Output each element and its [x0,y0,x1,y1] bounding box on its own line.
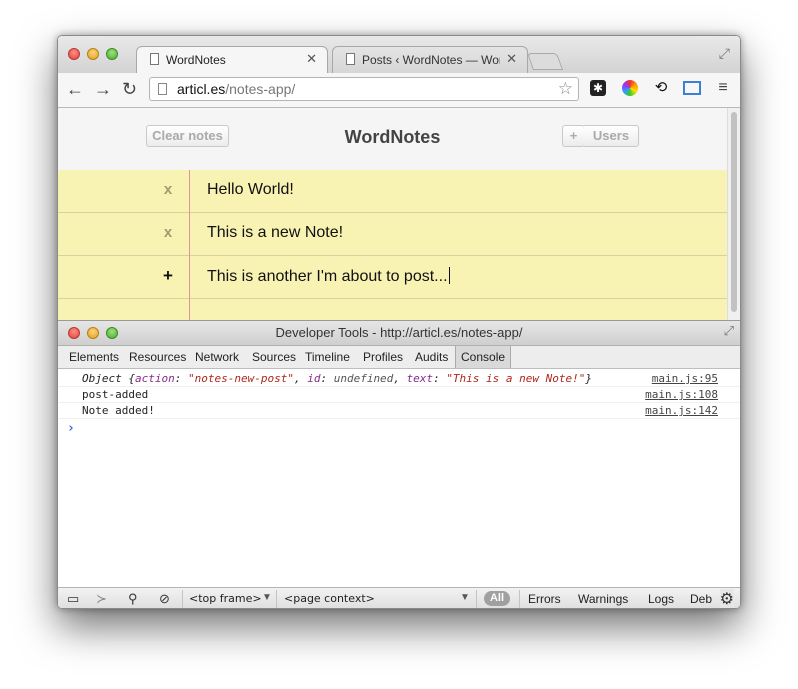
divider [182,590,183,608]
tab-title: Posts ‹ WordNotes — WordPress [362,53,500,67]
devtools-fullscreen-icon[interactable]: ⤢ [724,323,734,339]
devtools-tabs: Elements Resources Network Sources Timel… [58,346,740,369]
context-selector[interactable]: <page context> [284,592,375,605]
console-object-log[interactable]: Object {action: "notes-new-post", id: un… [82,372,592,385]
clear-console-icon[interactable]: ⊘ [159,591,170,607]
console-message: post-added main.js:108 [58,387,740,403]
dock-icon[interactable]: ▭ [67,591,79,607]
page-icon [346,53,355,65]
delete-note-icon[interactable]: x [158,170,178,213]
screen-capture-icon[interactable] [683,81,701,95]
browser-toolbar: ← → ↻ articl.es/notes-app/ ☆ ✱ ⟲ ≡ [58,73,740,108]
note-text: This is a new Note! [207,224,344,241]
delete-note-icon[interactable]: x [158,213,178,256]
page-scrollbar[interactable] [727,108,740,320]
browser-window: WordNotes ✕ Posts ‹ WordNotes — WordPres… [57,35,741,609]
chevron-down-icon[interactable]: ▼ [262,592,272,603]
filter-logs-button[interactable]: Logs [648,592,674,606]
devtools-status-bar: ▭ ≻ ⚲ ⊘ <top frame> ▼ <page context> ▼ A… [58,587,740,608]
divider [519,590,520,608]
chevron-down-icon[interactable]: ▼ [460,592,470,603]
notes-list: x Hello World! x This is a new Note! + T… [58,170,727,320]
url-text: articl.es/notes-app/ [177,81,296,97]
color-wheel-extension-icon[interactable] [622,80,638,96]
new-note-input[interactable]: This is another I'm about to post... [207,267,450,286]
console-text: post-added [82,388,149,401]
fullscreen-icon[interactable]: ⤢ [719,45,730,62]
tab-sources[interactable]: Sources [252,346,296,368]
devtools-panel: Developer Tools - http://articl.es/notes… [58,320,740,608]
settings-gear-icon[interactable]: ⚙ [719,589,734,608]
back-icon[interactable]: ← [66,79,84,99]
devtools-title-bar: Developer Tools - http://articl.es/notes… [58,321,740,346]
show-drawer-icon[interactable]: ≻ [96,591,107,607]
console-source-link[interactable]: main.js:142 [645,404,718,417]
console-message: Object {action: "notes-new-post", id: un… [58,371,740,387]
console-source-link[interactable]: main.js:108 [645,388,718,401]
page-icon [150,53,159,65]
note-text: Hello World! [207,181,294,198]
filter-debug-button[interactable]: Deb [690,592,712,606]
console-text: Note added! [82,404,155,417]
users-button[interactable]: Users [584,125,639,147]
add-user-button[interactable]: + [562,125,585,147]
post-note-icon[interactable]: + [158,256,178,299]
sync-extension-icon[interactable]: ⟲ [653,80,669,96]
close-tab-icon[interactable]: ✕ [306,51,317,67]
margin-line [189,170,190,320]
asterisk-extension-icon[interactable]: ✱ [590,80,606,96]
page-icon [158,83,167,95]
bookmark-star-icon[interactable]: ☆ [558,79,573,99]
tab-wordnotes[interactable]: WordNotes ✕ [136,46,328,73]
console-message: Note added! main.js:142 [58,403,740,419]
title-bar: WordNotes ✕ Posts ‹ WordNotes — WordPres… [58,36,740,74]
page-viewport: Clear notes WordNotes + Users x Hello Wo… [58,108,727,320]
empty-marker [158,299,178,320]
frame-selector[interactable]: <top frame> [189,592,262,605]
close-tab-icon[interactable]: ✕ [506,51,517,67]
tab-title: WordNotes [166,53,226,67]
text-caret [448,267,450,284]
tab-console[interactable]: Console [455,346,512,368]
divider [476,590,477,608]
devtools-title: Developer Tools - http://articl.es/notes… [275,325,523,340]
tab-elements[interactable]: Elements [69,346,119,368]
zoom-window-button[interactable] [106,48,118,60]
tab-profiles[interactable]: Profiles [363,346,403,368]
console-source-link[interactable]: main.js:95 [652,372,718,385]
scrollbar-thumb[interactable] [731,112,737,312]
tab-posts[interactable]: Posts ‹ WordNotes — WordPress ✕ [332,46,528,73]
new-note-item: + This is another I'm about to post... [58,256,727,299]
filter-all-button[interactable]: All [484,591,510,606]
filter-warnings-button[interactable]: Warnings [578,592,628,606]
tab-audits[interactable]: Audits [415,346,448,368]
tab-resources[interactable]: Resources [129,346,186,368]
note-item: x Hello World! [58,170,727,213]
reload-icon[interactable]: ↻ [122,79,137,99]
filter-errors-button[interactable]: Errors [528,592,561,606]
console-output: Object {action: "notes-new-post", id: un… [58,369,740,587]
console-prompt-icon[interactable]: › [67,421,75,436]
minimize-window-button[interactable] [87,48,99,60]
note-item: x This is a new Note! [58,213,727,256]
divider [276,590,277,608]
forward-icon[interactable]: → [94,79,112,99]
app-header: Clear notes WordNotes + Users [58,108,727,171]
empty-note-item [58,299,727,320]
tab-timeline[interactable]: Timeline [305,346,350,368]
tab-network[interactable]: Network [195,346,239,368]
search-icon[interactable]: ⚲ [128,591,138,607]
close-window-button[interactable] [68,48,80,60]
address-bar[interactable]: articl.es/notes-app/ ☆ [149,77,579,101]
new-tab-button[interactable] [526,53,564,70]
menu-icon[interactable]: ≡ [715,80,731,96]
